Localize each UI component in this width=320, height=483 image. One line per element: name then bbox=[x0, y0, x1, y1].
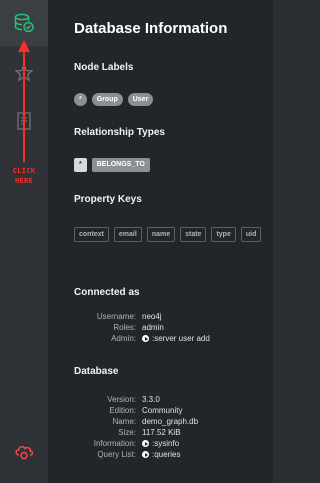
property-key-state[interactable]: state bbox=[180, 227, 207, 242]
click-here-annotation: CLICK HERE bbox=[12, 167, 36, 185]
version-value: 3.3.0 bbox=[142, 395, 160, 404]
connected-as-heading: Connected as bbox=[74, 287, 140, 298]
information-label: Information: bbox=[93, 439, 136, 448]
property-keys-list: context email name state type uid bbox=[74, 227, 274, 242]
play-icon bbox=[142, 335, 149, 342]
username-row: Username: neo4j bbox=[74, 311, 274, 322]
relationship-types-heading: Relationship Types bbox=[74, 127, 165, 138]
sysinfo-command-text: :sysinfo bbox=[152, 439, 180, 448]
admin-row: Admin: :server user add bbox=[74, 333, 274, 344]
size-row: Size: 117.52 KiB bbox=[74, 427, 274, 438]
cloud-button[interactable] bbox=[0, 428, 48, 474]
size-value: 117.52 KiB bbox=[142, 428, 181, 437]
edition-value: Community bbox=[142, 406, 183, 415]
queries-command-link[interactable]: :queries bbox=[142, 449, 180, 460]
admin-command-text: :server user add bbox=[152, 334, 210, 343]
database-heading: Database bbox=[74, 366, 119, 377]
panel-title: Database Information bbox=[74, 20, 228, 37]
roles-label: Roles: bbox=[113, 323, 136, 332]
connected-as-details: Username: neo4j Roles: admin Admin: :ser… bbox=[74, 311, 274, 344]
node-labels-heading: Node Labels bbox=[74, 62, 134, 73]
relationship-types-list: * BELONGS_TO bbox=[74, 158, 274, 172]
database-info-panel: Database Information Node Labels * Group… bbox=[48, 0, 273, 483]
node-label-user[interactable]: User bbox=[127, 93, 154, 106]
version-row: Version: 3.3.0 bbox=[74, 394, 274, 405]
name-value: demo_graph.db bbox=[142, 417, 199, 426]
query-list-label: Query List: bbox=[97, 450, 136, 459]
username-value: neo4j bbox=[142, 312, 162, 321]
sidebar-rail: CLICK HERE bbox=[0, 0, 49, 483]
edition-row: Edition: Community bbox=[74, 405, 274, 416]
name-label: Name: bbox=[112, 417, 136, 426]
node-labels-list: * Group User bbox=[74, 93, 274, 106]
admin-label: Admin: bbox=[111, 334, 136, 343]
property-key-context[interactable]: context bbox=[74, 227, 109, 242]
sysinfo-command-link[interactable]: :sysinfo bbox=[142, 438, 179, 449]
play-icon bbox=[142, 451, 149, 458]
property-key-email[interactable]: email bbox=[113, 227, 142, 242]
query-list-row: Query List: :queries bbox=[74, 449, 274, 460]
property-keys-heading: Property Keys bbox=[74, 194, 142, 205]
node-label-group[interactable]: Group bbox=[91, 93, 123, 106]
relationship-type-all[interactable]: * bbox=[74, 158, 87, 172]
admin-command-link[interactable]: :server user add bbox=[142, 333, 210, 344]
name-row: Name: demo_graph.db bbox=[74, 416, 274, 427]
size-label: Size: bbox=[118, 428, 136, 437]
property-key-uid[interactable]: uid bbox=[240, 227, 262, 242]
queries-command-text: :queries bbox=[152, 450, 181, 459]
roles-value: admin bbox=[142, 323, 164, 332]
roles-row: Roles: admin bbox=[74, 322, 274, 333]
play-icon bbox=[142, 440, 149, 447]
property-key-type[interactable]: type bbox=[211, 227, 236, 242]
property-key-name[interactable]: name bbox=[146, 227, 176, 242]
relationship-type-belongs-to[interactable]: BELONGS_TO bbox=[91, 158, 150, 172]
database-details: Version: 3.3.0 Edition: Community Name: … bbox=[74, 394, 274, 460]
cloud-icon bbox=[13, 441, 35, 461]
edition-label: Edition: bbox=[109, 406, 136, 415]
node-label-all[interactable]: * bbox=[74, 93, 87, 106]
information-row: Information: :sysinfo bbox=[74, 438, 274, 449]
version-label: Version: bbox=[107, 395, 136, 404]
username-label: Username: bbox=[96, 312, 136, 321]
